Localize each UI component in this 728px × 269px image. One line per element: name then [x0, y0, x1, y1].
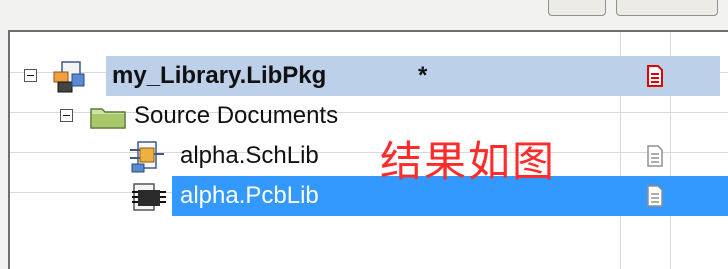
projects-tree-panel: my_Library.LibPkg * Source Documents alp… — [8, 30, 728, 269]
folder-name: Source Documents — [134, 102, 339, 129]
file-name: alpha.SchLib — [180, 142, 319, 169]
toolbar-area — [0, 0, 728, 30]
toolbar-button-partial[interactable] — [616, 0, 718, 16]
tree-row-folder[interactable]: Source Documents — [10, 96, 728, 136]
annotation-text: 结果如图 — [380, 137, 557, 186]
folder-icon — [90, 108, 126, 129]
schlib-document-icon — [130, 141, 164, 173]
collapse-toggle[interactable] — [24, 69, 37, 82]
tree-row-file[interactable]: alpha.SchLib — [10, 136, 728, 176]
file-name: alpha.PcbLib — [180, 182, 319, 209]
tree-row-file-selected[interactable]: alpha.PcbLib — [10, 176, 728, 216]
modified-marker: * — [418, 62, 428, 89]
toolbar-button-partial[interactable] — [548, 0, 606, 16]
collapse-toggle[interactable] — [60, 109, 73, 122]
tree-row-project[interactable]: my_Library.LibPkg * — [10, 56, 728, 96]
project-name: my_Library.LibPkg — [112, 62, 327, 89]
modified-document-icon — [647, 65, 663, 87]
saved-document-icon — [647, 185, 663, 207]
pcblib-document-icon — [132, 183, 166, 211]
saved-document-icon — [647, 145, 663, 167]
libpkg-project-icon — [53, 61, 85, 93]
